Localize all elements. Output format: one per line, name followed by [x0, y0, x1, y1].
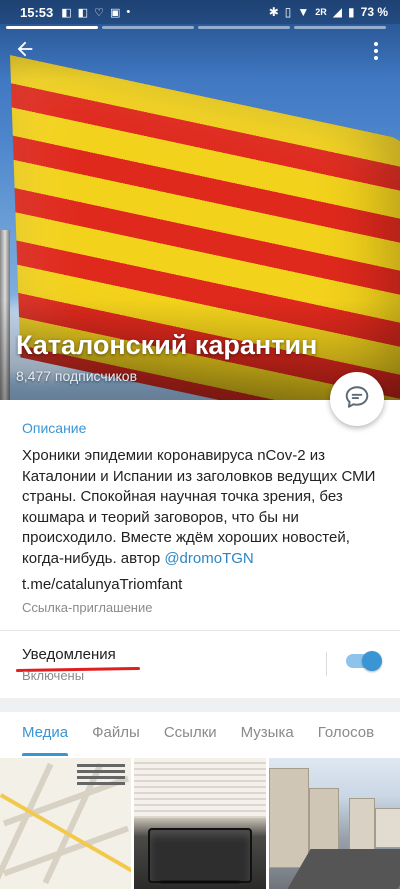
subscriber-count: 8,477 подписчиков: [16, 368, 138, 384]
channel-header: 15:53 ◧ ◧ ♡ ▣ • ✱ ▯ ▼ 2R ◢ ▮ 73 % Катало…: [0, 0, 400, 400]
media-tabs: Медиа Файлы Ссылки Музыка Голосов: [0, 712, 400, 758]
media-thumbnail-map[interactable]: [0, 758, 132, 889]
signal-icon: ◢: [332, 5, 343, 19]
tab-links[interactable]: Ссылки: [164, 712, 231, 758]
story-progress: [6, 26, 386, 29]
battery-icon: ▮: [348, 5, 355, 19]
app-icon: ◧: [77, 6, 89, 19]
gesture-bar[interactable]: [160, 880, 240, 884]
heart-icon: ♡: [94, 6, 104, 19]
tab-files[interactable]: Файлы: [92, 712, 154, 758]
channel-title: Каталонский карантин: [16, 330, 318, 360]
invite-link-label: Ссылка-приглашение: [22, 600, 153, 615]
network-label: 2R: [315, 7, 327, 17]
section-separator: [0, 698, 400, 712]
description-label: Описание: [22, 420, 87, 436]
dot-icon: •: [126, 5, 131, 18]
tab-media[interactable]: Медиа: [22, 712, 82, 758]
author-mention-link[interactable]: @dromoTGN: [164, 550, 253, 567]
notification-icons: ◧ ◧ ♡ ▣ •: [61, 6, 130, 19]
tab-voice[interactable]: Голосов: [318, 712, 388, 758]
discuss-button[interactable]: [330, 372, 384, 426]
notifications-state: Включены: [22, 668, 85, 683]
media-thumbnail-case[interactable]: [134, 758, 266, 889]
description-text: Хроники эпидемии коронавируса nCov-2 из …: [22, 447, 376, 567]
notifications-label[interactable]: Уведомления: [22, 646, 116, 663]
map-legend: [77, 764, 126, 785]
more-vertical-icon[interactable]: [366, 40, 386, 64]
app-icon: ◧: [61, 6, 72, 19]
status-time: 15:53: [20, 4, 54, 20]
vertical-divider: [326, 652, 327, 676]
bluetooth-icon: ✱: [268, 5, 279, 19]
arrow-left-icon[interactable]: [14, 38, 38, 62]
chat-bubble-icon: [344, 384, 370, 415]
tab-music[interactable]: Музыка: [241, 712, 308, 758]
media-grid: [0, 758, 400, 889]
vibrate-icon: ▯: [284, 5, 292, 19]
wifi-icon: ▼: [297, 5, 310, 19]
notifications-toggle[interactable]: [346, 651, 382, 671]
invite-link[interactable]: t.me/catalunyaTriomfant: [22, 576, 182, 593]
divider: [0, 630, 400, 631]
media-thumbnail-street[interactable]: [268, 758, 400, 889]
status-bar: 15:53 ◧ ◧ ♡ ▣ • ✱ ▯ ▼ 2R ◢ ▮ 73 %: [0, 0, 400, 24]
image-icon: ▣: [109, 6, 121, 19]
battery-percent: 73 %: [360, 5, 388, 19]
